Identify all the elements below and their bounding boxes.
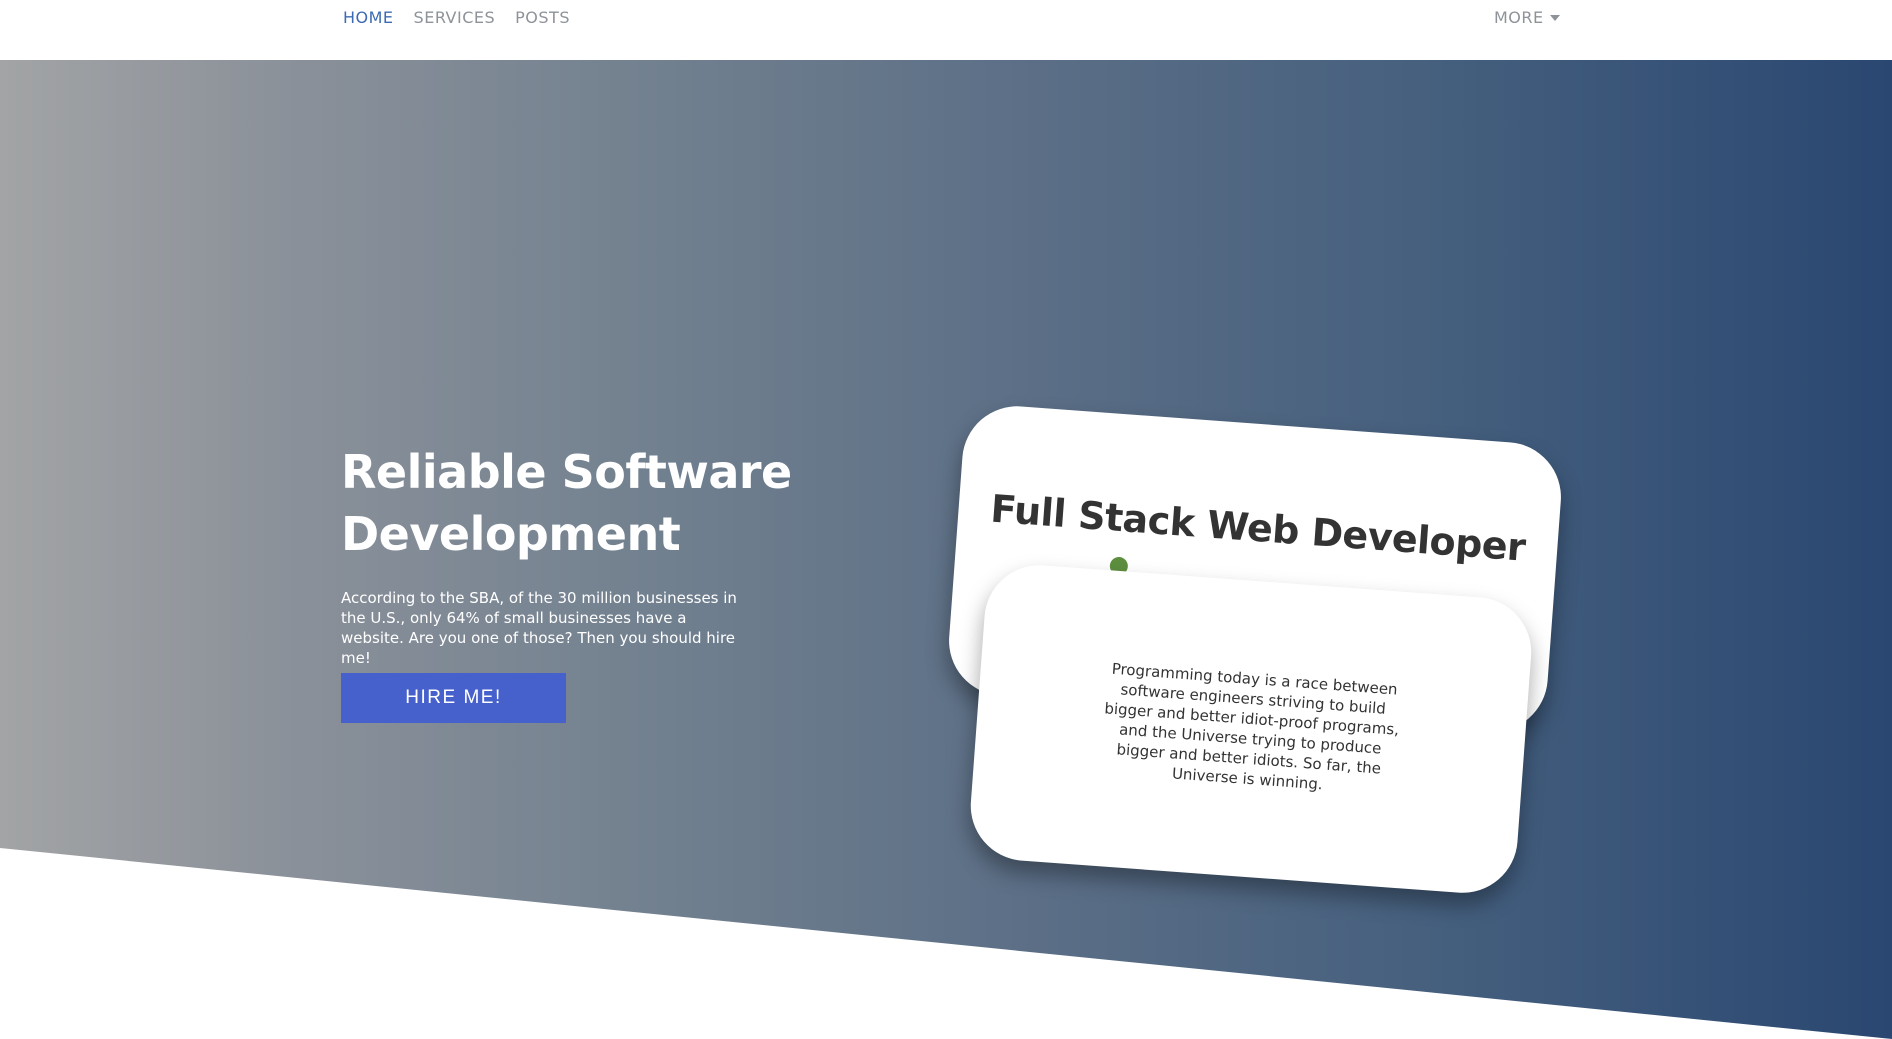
- hero-section: Reliable Software Development According …: [0, 60, 1892, 1039]
- nav-posts-link[interactable]: POSTS: [515, 8, 570, 27]
- hero-title: Reliable Software Development: [341, 445, 792, 561]
- page: HOME SERVICES POSTS MORE Reliable Softwa…: [0, 0, 1892, 1039]
- nav-links: HOME SERVICES POSTS: [343, 8, 570, 27]
- nav-home-link[interactable]: HOME: [343, 8, 394, 27]
- chevron-down-icon: [1549, 15, 1560, 21]
- nav-more-dropdown[interactable]: MORE: [1494, 8, 1560, 27]
- nav-more-label: MORE: [1494, 8, 1544, 27]
- hero-description: According to the SBA, of the 30 million …: [341, 589, 737, 667]
- navbar: HOME SERVICES POSTS MORE: [0, 0, 1892, 60]
- quote-text: Programming today is a race between soft…: [1103, 659, 1400, 794]
- hire-me-button[interactable]: HIRE ME!: [341, 673, 566, 723]
- developer-card-title: Full Stack Web Developer: [989, 486, 1527, 570]
- nav-services-link[interactable]: SERVICES: [414, 8, 496, 27]
- quote-card: Programming today is a race between soft…: [966, 561, 1536, 897]
